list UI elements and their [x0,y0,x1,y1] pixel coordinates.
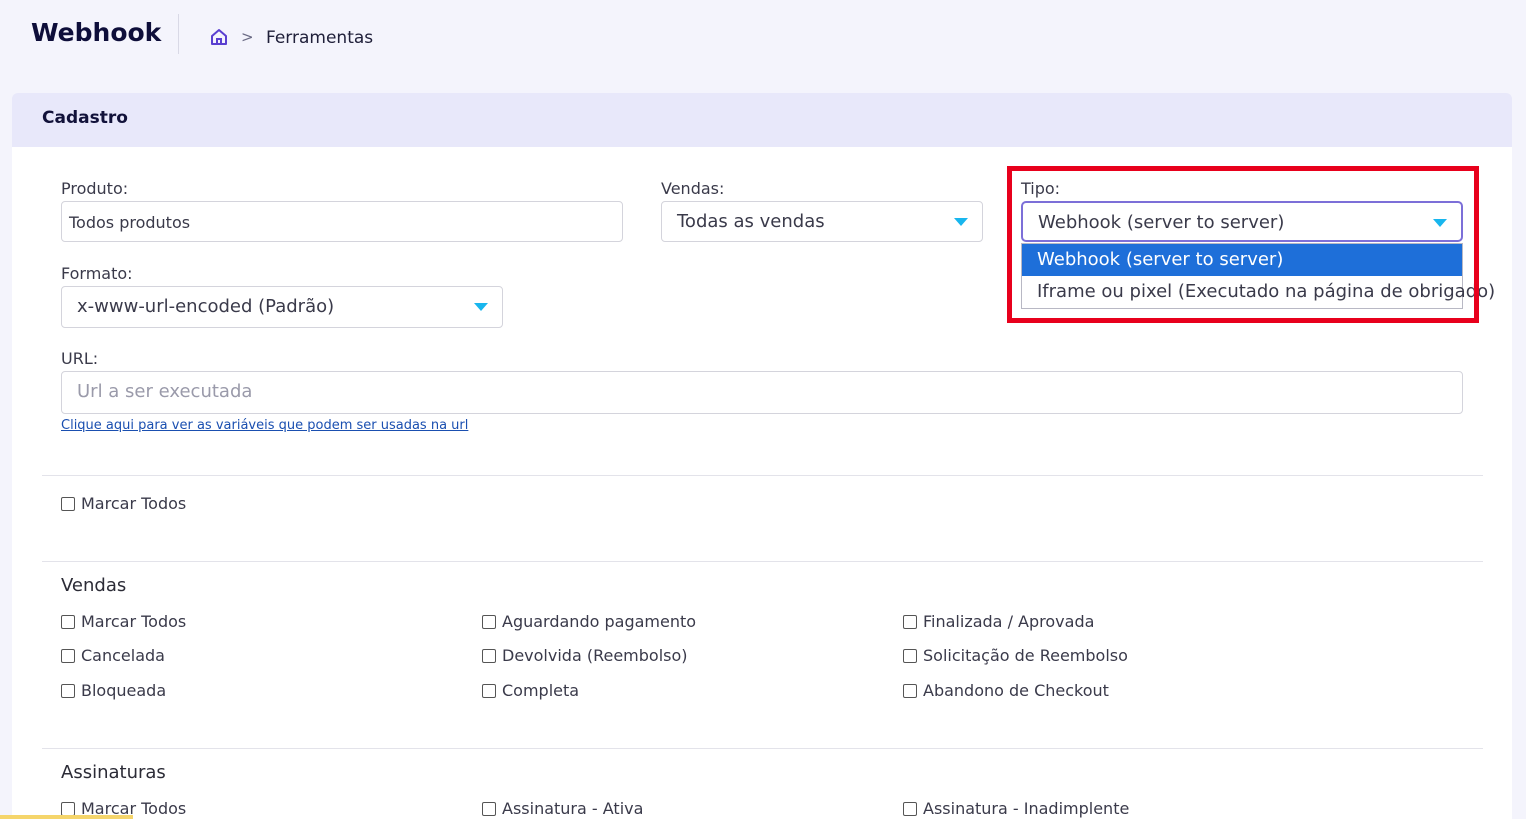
checkbox-label: Cancelada [81,646,165,665]
chevron-down-icon [954,218,968,226]
section-title-vendas: Vendas [61,575,127,596]
accent-bar [0,815,133,819]
breadcrumb-current[interactable]: Ferramentas [266,28,373,48]
home-icon[interactable] [209,27,229,47]
card-header: Cadastro [12,93,1512,147]
checkbox-label: Finalizada / Aprovada [923,612,1095,631]
marcar-todos-checkbox[interactable]: Marcar Todos [61,494,186,513]
formato-select[interactable]: x-www-url-encoded (Padrão) [61,286,503,328]
checkbox-icon[interactable] [482,801,496,816]
checkbox-icon[interactable] [903,614,917,629]
produto-label: Produto: [61,179,129,198]
vendas-checkbox[interactable]: Aguardando pagamento [482,612,696,631]
card-title: Cadastro [42,108,128,128]
url-input[interactable]: Url a ser executada [61,371,1463,414]
checkbox-label: Aguardando pagamento [502,612,697,631]
divider [42,748,1483,749]
formato-value: x-www-url-encoded (Padrão) [77,296,335,317]
checkbox-label: Completa [502,681,580,700]
checkbox-icon[interactable] [61,683,75,698]
highlight-box [1007,166,1479,323]
checkbox-label: Abandono de Checkout [923,681,1109,700]
checkbox-label: Marcar Todos [81,612,187,631]
url-variables-link[interactable]: Clique aqui para ver as variáveis que po… [61,418,468,433]
checkbox-icon[interactable] [482,614,496,629]
url-label: URL: [61,349,99,368]
url-placeholder: Url a ser executada [77,381,253,402]
top-bar: Webhook > Ferramentas [0,0,1526,78]
checkbox-label: Assinatura - Ativa [502,799,644,818]
breadcrumb-separator: > [241,28,254,46]
vendas-checkbox[interactable]: Finalizada / Aprovada [903,612,1094,631]
checkbox-label: Devolvida (Reembolso) [502,646,688,665]
section-title-assinaturas: Assinaturas [61,762,166,783]
checkbox-icon[interactable] [482,648,496,663]
checkbox-label: Assinatura - Inadimplente [923,799,1130,818]
checkbox-icon[interactable] [61,648,75,663]
checkbox-icon[interactable] [61,614,75,629]
vendas-checkbox[interactable]: Completa [482,681,579,700]
checkbox-icon[interactable] [61,801,75,816]
assinaturas-checkbox[interactable]: Assinatura - Inadimplente [903,799,1129,818]
vendas-checkbox[interactable]: Bloqueada [61,681,166,700]
divider [42,561,1483,562]
vendas-checkbox[interactable]: Cancelada [61,646,165,665]
checkbox-icon[interactable] [903,648,917,663]
vendas-checkbox[interactable]: Devolvida (Reembolso) [482,646,688,665]
checkbox-icon[interactable] [903,801,917,816]
checkbox-icon[interactable] [61,496,75,511]
page-title: Webhook [31,18,162,47]
formato-label: Formato: [61,264,133,283]
produto-value: Todos produtos [69,213,191,232]
vendas-checkbox[interactable]: Abandono de Checkout [903,681,1109,700]
checkbox-icon[interactable] [903,683,917,698]
vendas-select[interactable]: Todas as vendas [661,201,983,242]
checkbox-label: Solicitação de Reembolso [923,646,1128,665]
vendas-value: Todas as vendas [677,211,825,232]
produto-input[interactable]: Todos produtos [61,201,623,242]
vendas-label: Vendas: [661,179,725,198]
divider [178,14,179,54]
vendas-checkbox[interactable]: Solicitação de Reembolso [903,646,1128,665]
checkbox-label: Bloqueada [81,681,167,700]
checkbox-label: Marcar Todos [81,494,187,513]
divider [42,475,1483,476]
checkbox-icon[interactable] [482,683,496,698]
chevron-down-icon [474,303,488,311]
vendas-checkbox[interactable]: Marcar Todos [61,612,186,631]
assinaturas-checkbox[interactable]: Assinatura - Ativa [482,799,643,818]
